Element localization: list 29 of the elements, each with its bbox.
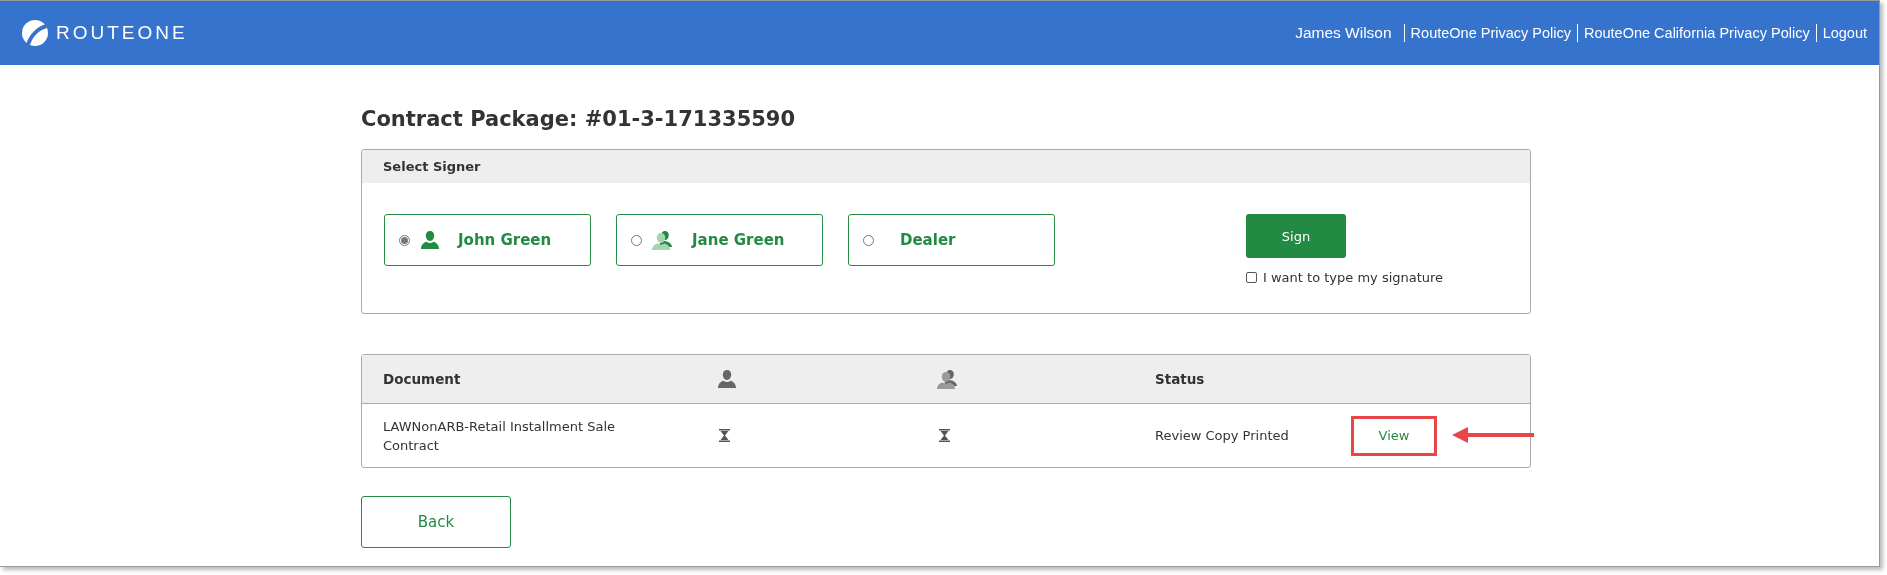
hourglass-icon: [939, 429, 950, 442]
page-title: Contract Package: #01-3-171335590: [361, 107, 797, 131]
header-link[interactable]: Logout: [1822, 25, 1867, 41]
checkbox-label: I want to type my signature: [1263, 270, 1444, 285]
logo-text: ROUTEONE: [56, 22, 188, 44]
signer-name: Dealer: [900, 231, 956, 249]
hourglass-icon: [719, 429, 730, 442]
user-name: James Wilson: [1295, 24, 1392, 42]
signer-option[interactable]: Jane Green: [616, 214, 823, 266]
column-header: Status: [1155, 371, 1205, 387]
view-button[interactable]: View: [1352, 417, 1436, 454]
logo-icon: [22, 20, 48, 46]
people-icon: [652, 230, 674, 250]
header-link[interactable]: RouteOne Privacy Policy: [1410, 25, 1571, 41]
checkbox[interactable]: [1246, 272, 1257, 283]
person-icon: [717, 369, 737, 389]
signer-name: Jane Green: [692, 231, 785, 249]
panel-heading: Select Signer: [383, 159, 481, 174]
person-icon: [420, 230, 440, 250]
signer-name: John Green: [458, 231, 552, 249]
document-name: LAWNonARB-Retail Installment Sale Contract: [383, 417, 616, 455]
sign-button[interactable]: Sign: [1246, 214, 1346, 258]
status-text: Review Copy Printed: [1155, 428, 1289, 443]
signer-option[interactable]: Dealer: [848, 214, 1055, 266]
header-link[interactable]: RouteOne California Privacy Policy: [1584, 25, 1810, 41]
back-button[interactable]: Back: [361, 496, 511, 548]
signer-option[interactable]: John Green: [384, 214, 591, 266]
column-header: Document: [383, 371, 461, 387]
people-icon: [937, 369, 959, 389]
